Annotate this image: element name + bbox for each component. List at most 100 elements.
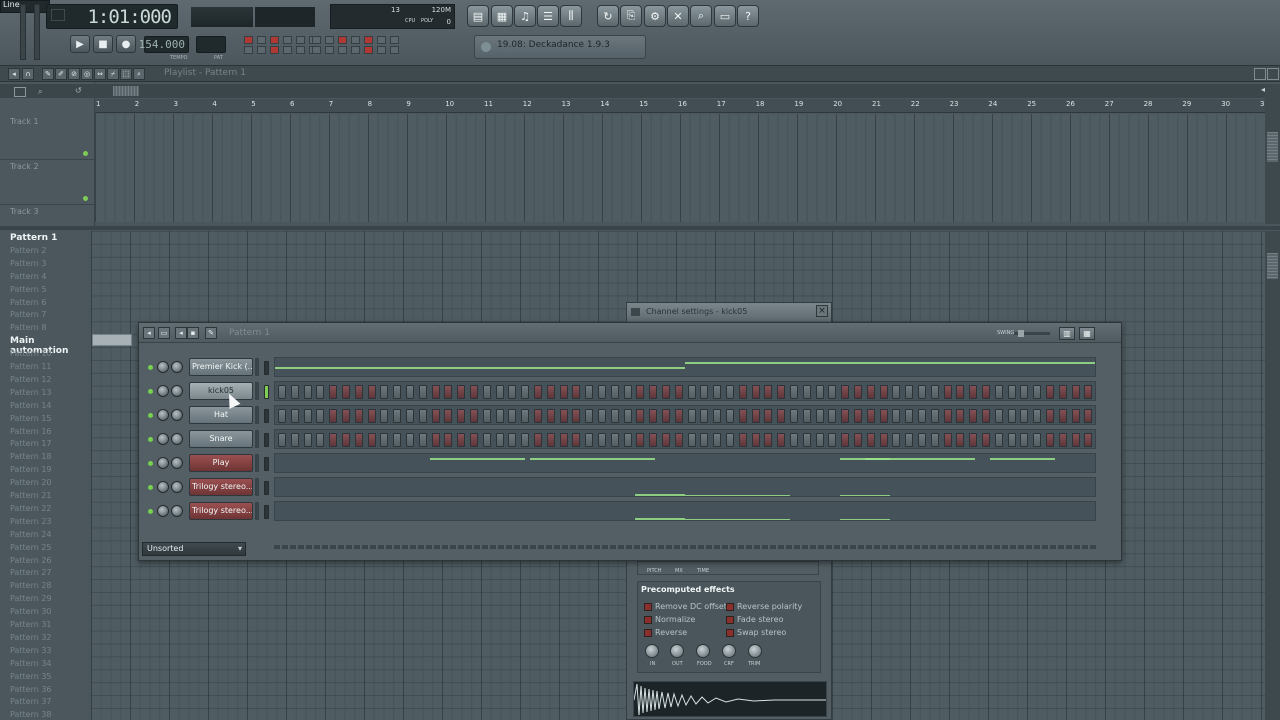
step-button[interactable] (534, 409, 542, 423)
sequencer-menu-icon[interactable]: ◂ (143, 327, 155, 339)
step-button[interactable] (636, 409, 645, 423)
zoom-tool-icon[interactable]: ⌕ (133, 68, 145, 80)
pattern-item[interactable]: Pattern 31 (10, 620, 52, 629)
channel-pan-knob[interactable] (157, 433, 169, 445)
step-button[interactable] (866, 409, 875, 423)
channel-pan-knob[interactable] (157, 385, 169, 397)
playlist-divider[interactable] (0, 226, 1280, 230)
sequencer-pattern-icon[interactable]: ▪ (187, 327, 199, 339)
step-button[interactable] (956, 433, 965, 447)
step-button[interactable] (674, 433, 683, 447)
plugin-picker-icon[interactable]: ⚙ (644, 5, 666, 27)
step-button[interactable] (393, 433, 402, 447)
channel-pan-knob[interactable] (157, 409, 169, 421)
pattern-item[interactable]: Pattern 23 (10, 517, 52, 526)
play-button[interactable]: ▶ (70, 35, 90, 53)
step-button[interactable] (790, 385, 798, 399)
step-button[interactable] (764, 385, 773, 399)
step-button[interactable] (930, 433, 939, 447)
channel-button[interactable]: Play (189, 454, 253, 472)
step-button[interactable] (290, 433, 299, 447)
step-button[interactable] (1071, 409, 1080, 423)
pattern-item[interactable]: Pattern 30 (10, 607, 52, 616)
step-lane[interactable] (274, 429, 1096, 449)
step-button[interactable] (598, 409, 606, 423)
step-button[interactable] (802, 385, 811, 399)
step-button[interactable] (674, 385, 683, 399)
window-menu-icon[interactable] (631, 308, 640, 316)
pattern-number-display[interactable] (196, 36, 226, 53)
step-button[interactable] (342, 409, 350, 423)
step-button[interactable] (482, 409, 491, 423)
step-button[interactable] (636, 433, 645, 447)
step-button[interactable] (1020, 385, 1029, 399)
step-sequencer-titlebar[interactable]: ◂ ▭ ◂ ▪ ✎ Pattern 1 SWING ▥ ▦ (139, 323, 1121, 343)
graph-view-icon[interactable]: ▦ (1079, 327, 1095, 340)
track-label-3[interactable]: Track 3 (10, 207, 39, 216)
step-button[interactable] (418, 433, 427, 447)
channel-button[interactable]: Trilogy stereo... (189, 478, 253, 496)
step-button[interactable] (687, 433, 696, 447)
step-button[interactable] (726, 433, 734, 447)
step-button[interactable] (1058, 385, 1067, 399)
step-button[interactable] (982, 433, 990, 447)
crf-knob[interactable] (722, 644, 736, 658)
pattern-item[interactable]: Pattern 12 (10, 375, 52, 384)
step-button[interactable] (444, 409, 453, 423)
step-button[interactable] (738, 385, 747, 399)
record-button[interactable]: ● (116, 35, 136, 53)
step-button[interactable] (879, 385, 888, 399)
step-button[interactable] (457, 409, 466, 423)
channel-button[interactable]: Premier Kick (... (189, 358, 253, 376)
trim-knob[interactable] (748, 644, 762, 658)
step-button[interactable] (470, 433, 478, 447)
snap-icon[interactable] (296, 46, 305, 54)
step-button[interactable] (380, 433, 389, 447)
step-button[interactable] (969, 385, 978, 399)
typing-keyboard-icon[interactable] (244, 36, 253, 44)
step-button[interactable] (905, 433, 914, 447)
channel-volume-knob[interactable] (171, 481, 183, 493)
pattern-item[interactable]: Pattern 24 (10, 530, 52, 539)
pattern-item[interactable]: Pattern 34 (10, 659, 52, 668)
track-2-mute-led[interactable] (83, 196, 88, 201)
step-button[interactable] (700, 385, 709, 399)
step-button[interactable] (764, 433, 773, 447)
slip-icon[interactable]: ⇔ (94, 68, 106, 80)
channel-mute-led[interactable] (148, 509, 153, 514)
close-window-icon[interactable] (1267, 68, 1279, 80)
tempo-display[interactable]: 154.000 (139, 36, 189, 53)
fade-stereo-option[interactable]: Fade stereo (726, 615, 783, 624)
step-button[interactable] (905, 409, 914, 423)
step-button[interactable] (623, 409, 632, 423)
food-knob[interactable] (696, 644, 710, 658)
step-button[interactable] (585, 433, 594, 447)
step-button[interactable] (354, 433, 363, 447)
channel-select-led[interactable] (264, 433, 269, 447)
pattern-mode-12-icon[interactable] (364, 46, 373, 54)
pattern-mode-14-icon[interactable] (390, 46, 399, 54)
step-button[interactable] (482, 433, 491, 447)
channel-volume-knob[interactable] (171, 385, 183, 397)
channel-mute-led[interactable] (148, 461, 153, 466)
step-button[interactable] (329, 385, 338, 399)
step-button[interactable] (559, 433, 568, 447)
step-button[interactable] (802, 409, 811, 423)
mixer-icon[interactable]: ⫼ (560, 5, 582, 27)
sequencer-options-icon[interactable]: ▭ (158, 327, 170, 339)
mini-piano-roll[interactable] (274, 477, 1096, 497)
step-button[interactable] (841, 385, 850, 399)
step-button[interactable] (994, 385, 1003, 399)
channel-button[interactable]: Hat (189, 406, 253, 424)
pattern-item[interactable]: Pattern 6 (10, 298, 46, 307)
step-button[interactable] (879, 433, 888, 447)
step-lane[interactable] (274, 405, 1096, 425)
step-button[interactable] (751, 385, 760, 399)
playlist-overview-scrollbar[interactable]: ◂ (95, 84, 1265, 98)
channel-settings-titlebar[interactable]: Channel settings - kick05 × (627, 303, 831, 321)
overdub-icon[interactable] (257, 46, 266, 54)
step-button[interactable] (393, 409, 402, 423)
channel-pan-knob[interactable] (157, 361, 169, 373)
step-button[interactable] (1071, 433, 1080, 447)
pattern-mode-buttons[interactable] (312, 36, 401, 54)
